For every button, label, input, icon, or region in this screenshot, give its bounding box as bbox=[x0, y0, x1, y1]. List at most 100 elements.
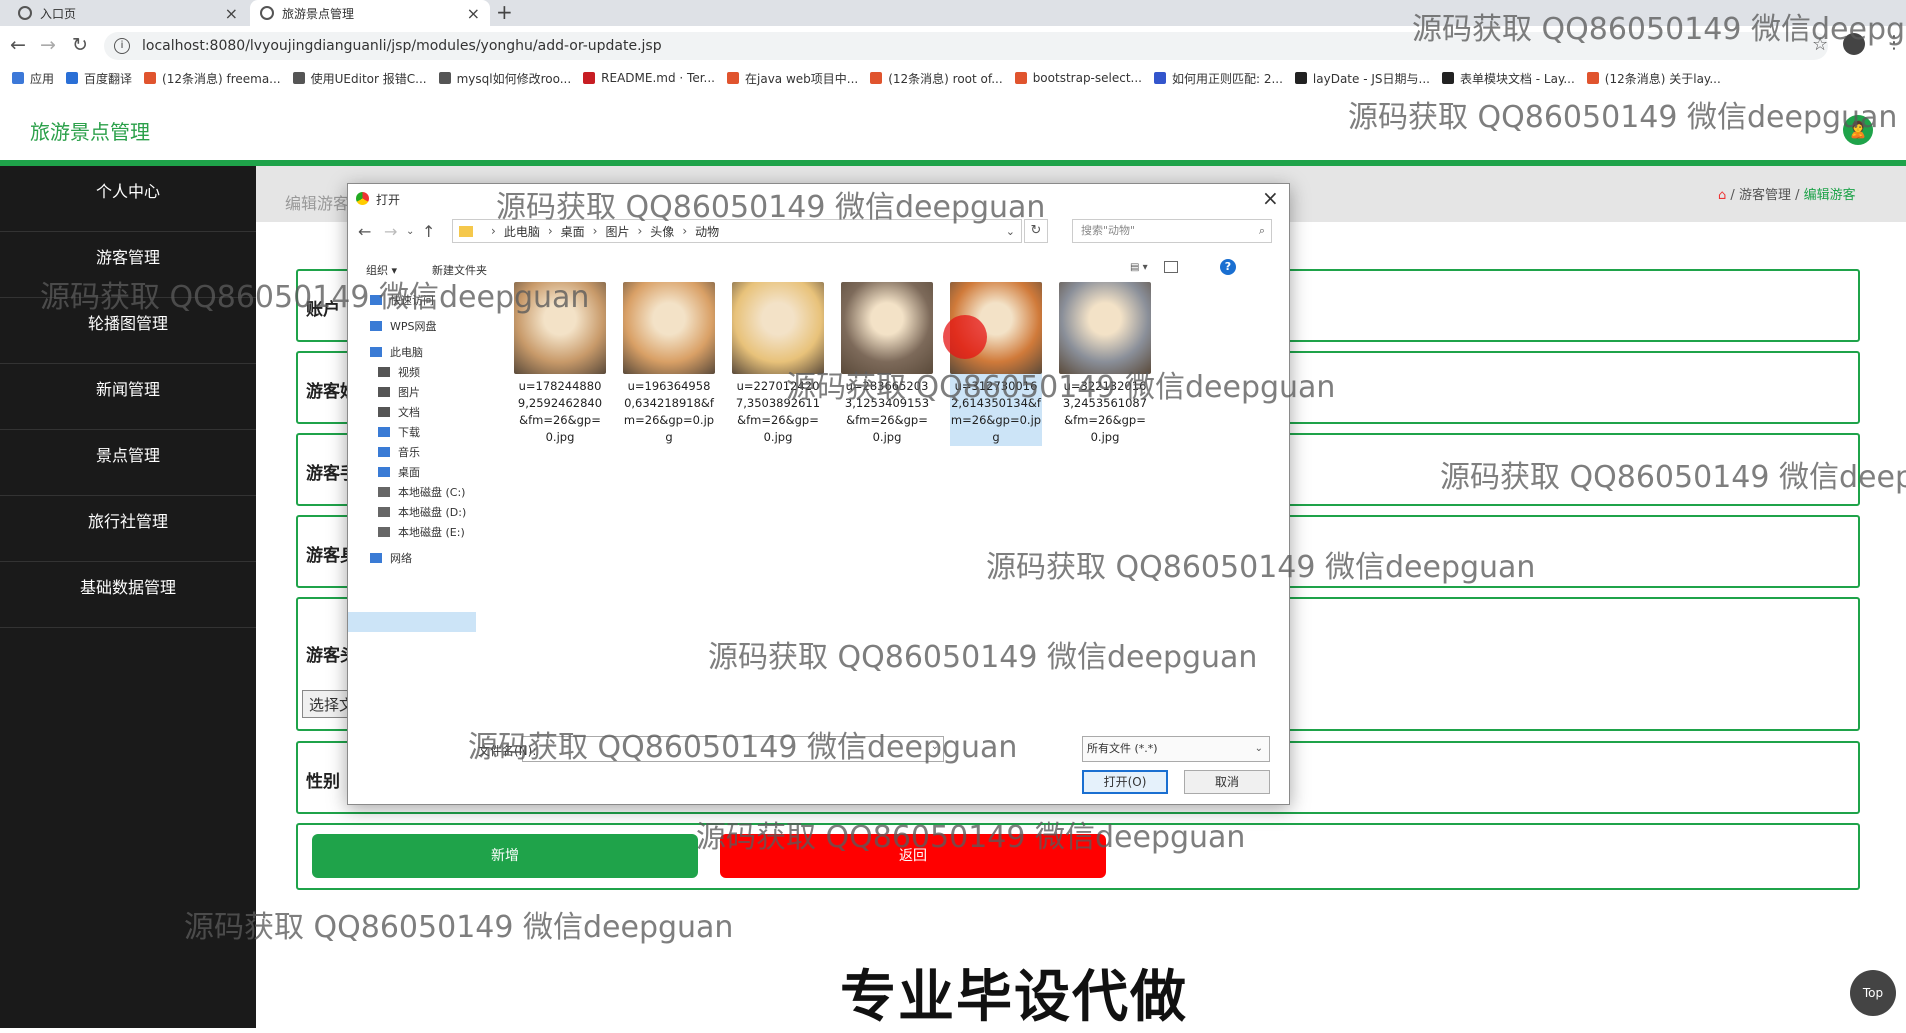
bookmark-label: bootstrap-select... bbox=[1032, 71, 1142, 85]
nav-item-desktop[interactable]: 桌面 bbox=[378, 464, 420, 480]
bookmark-item[interactable]: 使用UEditor 报错C... bbox=[292, 70, 427, 87]
chevron-down-icon[interactable]: ⌄ bbox=[931, 741, 939, 752]
sidebar-item-tourists[interactable]: 游客管理 bbox=[0, 232, 256, 298]
close-tab-icon[interactable]: × bbox=[225, 4, 238, 23]
computer-icon bbox=[370, 347, 382, 357]
picture-icon bbox=[378, 387, 390, 397]
new-tab-button[interactable]: + bbox=[496, 0, 513, 26]
path-segment[interactable]: 此电脑 bbox=[504, 223, 540, 240]
sidebar-item-profile[interactable]: 个人中心 bbox=[0, 166, 256, 232]
image-thumbnail bbox=[732, 282, 824, 374]
dialog-search-input[interactable]: 搜索"动物" ⌕ bbox=[1072, 219, 1272, 243]
file-item[interactable]: u=2836652033,1253409153&fm=26&gp=0.jpg bbox=[841, 282, 933, 446]
bookmark-item[interactable]: (12条消息) 关于lay... bbox=[1586, 70, 1721, 87]
file-name: u=1782448809,2592462840&fm=26&gp=0.jpg bbox=[517, 379, 603, 444]
close-tab-icon[interactable]: × bbox=[467, 4, 480, 23]
file-item[interactable]: u=1782448809,2592462840&fm=26&gp=0.jpg bbox=[514, 282, 606, 446]
file-item-selected[interactable]: u=3127300162,614350134&fm=26&gp=0.jpg bbox=[950, 282, 1042, 446]
nav-item-drive-d[interactable]: 本地磁盘 (D:) bbox=[378, 504, 466, 520]
filename-input[interactable]: ⌄ bbox=[522, 736, 944, 762]
back-button[interactable]: 返回 bbox=[720, 834, 1106, 878]
bookmark-item[interactable]: 应用 bbox=[12, 70, 54, 87]
sidebar-item-basic-data[interactable]: 基础数据管理 bbox=[0, 562, 256, 628]
profile-icon[interactable] bbox=[1843, 33, 1865, 55]
path-segment[interactable]: 头像 bbox=[650, 223, 674, 240]
bookmark-icon bbox=[1153, 72, 1166, 84]
filetype-select[interactable]: 所有文件 (*.*) ⌄ bbox=[1082, 736, 1270, 762]
chrome-icon bbox=[356, 192, 369, 205]
bookmark-item[interactable]: mysql如何修改roo... bbox=[438, 70, 571, 87]
bookmark-item[interactable]: layDate - JS日期与... bbox=[1294, 70, 1430, 87]
bookmark-item[interactable]: README.md · Ter... bbox=[583, 71, 715, 85]
nav-item-pictures[interactable]: 图片 bbox=[378, 384, 420, 400]
sidebar-item-news[interactable]: 新闻管理 bbox=[0, 364, 256, 430]
path-segment[interactable]: 图片 bbox=[605, 223, 629, 240]
breadcrumb-parent[interactable]: 游客管理 bbox=[1739, 188, 1791, 203]
sidebar-item-spots[interactable]: 景点管理 bbox=[0, 430, 256, 496]
back-icon[interactable]: ← bbox=[358, 222, 371, 241]
file-item[interactable]: u=2270124207,3503892611&fm=26&gp=0.jpg bbox=[732, 282, 824, 446]
bookmark-item[interactable]: (12条消息) freema... bbox=[144, 70, 281, 87]
nav-item-videos[interactable]: 视频 bbox=[378, 364, 420, 380]
organize-button[interactable]: 组织 ▾ bbox=[366, 262, 397, 278]
bookmark-item[interactable]: 表单模块文档 - Lay... bbox=[1441, 70, 1575, 87]
bookmark-item[interactable]: bootstrap-select... bbox=[1014, 71, 1142, 85]
path-segment[interactable]: 动物 bbox=[695, 223, 719, 240]
nav-item-wps[interactable]: WPS网盘 bbox=[370, 318, 437, 334]
nav-item-network[interactable]: 网络 bbox=[370, 550, 412, 566]
bookmark-item[interactable]: 在java web项目中... bbox=[727, 70, 858, 87]
open-button[interactable]: 打开(O) bbox=[1082, 770, 1168, 794]
up-icon[interactable]: ↑ bbox=[422, 222, 435, 241]
file-name: u=2836652033,1253409153&fm=26&gp=0.jpg bbox=[844, 379, 930, 444]
back-to-top-button[interactable]: Top bbox=[1850, 970, 1896, 1016]
image-thumbnail bbox=[514, 282, 606, 374]
desktop-icon bbox=[378, 467, 390, 477]
menu-icon[interactable]: ⋮ bbox=[1885, 32, 1903, 53]
forward-icon[interactable]: → bbox=[40, 32, 56, 58]
url-field[interactable]: i localhost:8080/lvyoujingdianguanli/jsp… bbox=[104, 32, 1828, 60]
preview-pane-icon[interactable] bbox=[1164, 261, 1178, 273]
cancel-button[interactable]: 取消 bbox=[1184, 770, 1270, 794]
nav-item-downloads[interactable]: 下载 bbox=[378, 424, 420, 440]
star-icon[interactable]: ☆ bbox=[1812, 34, 1828, 55]
user-avatar[interactable]: 🙎 bbox=[1843, 115, 1873, 145]
chevron-down-icon: ⌄ bbox=[1254, 743, 1263, 754]
bookmark-item[interactable]: 如何用正则匹配: 2... bbox=[1153, 70, 1283, 87]
nav-item-quick-access[interactable]: 快速访问 bbox=[370, 292, 434, 308]
bookmark-label: (12条消息) root of... bbox=[888, 71, 1003, 86]
dialog-close-icon[interactable]: × bbox=[1262, 186, 1279, 210]
chevron-down-icon[interactable]: ⌄ bbox=[1006, 225, 1015, 238]
bookmark-item[interactable]: (12条消息) root of... bbox=[870, 70, 1003, 87]
file-item[interactable]: u=1963649580,634218918&fm=26&gp=0.jpg bbox=[623, 282, 715, 446]
new-folder-button[interactable]: 新建文件夹 bbox=[432, 262, 487, 278]
browser-tab-active[interactable]: 旅游景点管理 × bbox=[250, 0, 490, 26]
drive-icon bbox=[378, 487, 390, 497]
refresh-icon[interactable]: ↻ bbox=[1024, 219, 1048, 243]
view-options-icon[interactable]: ▤ ▾ bbox=[1130, 262, 1148, 273]
nav-item-this-pc[interactable]: 此电脑 bbox=[370, 344, 423, 360]
sidebar-item-carousel[interactable]: 轮播图管理 bbox=[0, 298, 256, 364]
video-icon bbox=[378, 367, 390, 377]
home-icon[interactable]: ⌂ bbox=[1718, 188, 1726, 203]
reload-icon[interactable]: ↻ bbox=[72, 32, 88, 58]
bookmark-item[interactable]: 百度翻译 bbox=[66, 70, 132, 87]
sidebar-item-agencies[interactable]: 旅行社管理 bbox=[0, 496, 256, 562]
forward-icon[interactable]: → bbox=[384, 222, 397, 241]
browser-tab-entry[interactable]: 入口页 × bbox=[8, 0, 248, 26]
nav-item-drive-c[interactable]: 本地磁盘 (C:) bbox=[378, 484, 465, 500]
recent-dropdown-icon[interactable]: ⌄ bbox=[406, 226, 414, 237]
path-field[interactable]: › 此电脑 › 桌面 › 图片 › 头像 › 动物 ⌄ bbox=[452, 219, 1022, 243]
globe-icon bbox=[260, 6, 274, 20]
nav-item-drive-e[interactable]: 本地磁盘 (E:) bbox=[378, 524, 465, 540]
add-button[interactable]: 新增 bbox=[312, 834, 698, 878]
file-item[interactable]: u=3221320163,2453561087&fm=26&gp=0.jpg bbox=[1059, 282, 1151, 446]
nav-item-documents[interactable]: 文档 bbox=[378, 404, 420, 420]
overlay-caption: 专业毕设代做 bbox=[840, 965, 1188, 1030]
info-icon[interactable]: i bbox=[114, 38, 130, 54]
path-segment[interactable]: 桌面 bbox=[561, 223, 585, 240]
bookmark-icon bbox=[438, 72, 451, 84]
bookmark-label: 如何用正则匹配: 2... bbox=[1171, 71, 1283, 86]
back-icon[interactable]: ← bbox=[10, 32, 26, 58]
nav-item-music[interactable]: 音乐 bbox=[378, 444, 420, 460]
help-icon[interactable]: ? bbox=[1220, 259, 1236, 275]
